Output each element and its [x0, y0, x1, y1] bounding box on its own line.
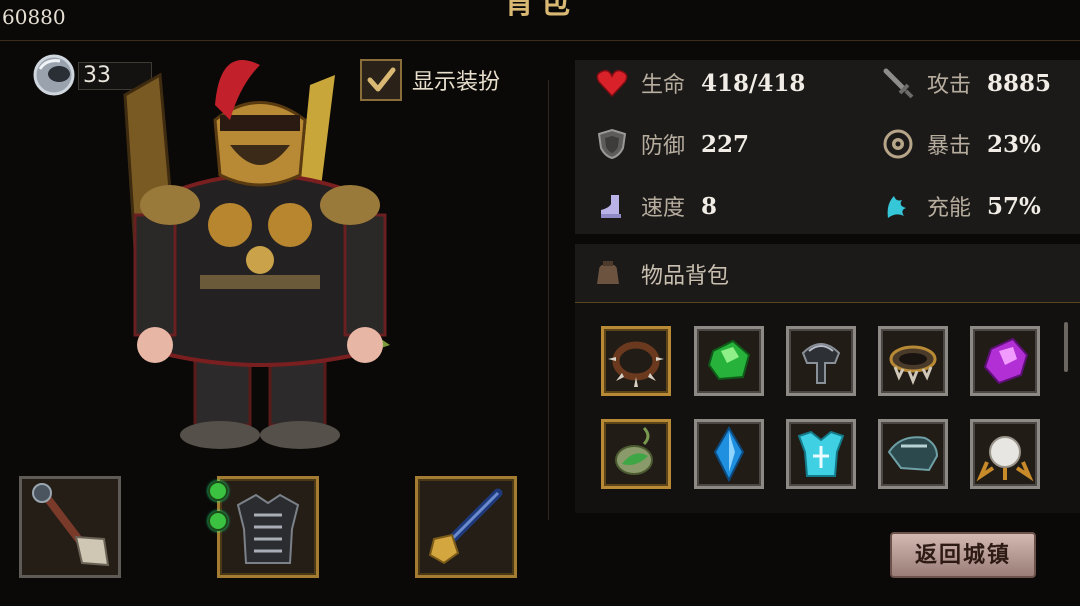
charge-wing-icon	[881, 189, 915, 223]
page-title: 背包	[504, 0, 576, 21]
stat-charge: 充能 57%	[881, 186, 1041, 226]
dark-shoulder-armor-icon	[887, 436, 939, 472]
stat-crit: 暴击 23%	[881, 124, 1041, 164]
pearl-claw-icon	[976, 436, 1034, 482]
hero-character-model[interactable]	[120, 45, 410, 455]
stat-crit-label: 暴击	[927, 134, 972, 159]
stat-hp-value: 418/418	[701, 69, 806, 97]
bag-slot-leaf-amulet[interactable]	[601, 419, 671, 489]
bag-slot-dark-shoulder-armor[interactable]	[878, 419, 948, 489]
stat-defense: 防御 227	[595, 124, 749, 164]
sword-icon	[881, 66, 915, 100]
stat-speed: 速度 8	[595, 186, 717, 226]
spiked-bracer-icon	[889, 345, 937, 386]
spiked-collar-icon	[608, 341, 664, 387]
cyan-chestplate-icon	[797, 430, 845, 477]
stats-panel: 生命 418/418 攻击 8885 防御 227 暴击 23% 速度 8 充能	[575, 60, 1080, 234]
show-costume-label: 显示装扮	[412, 70, 501, 95]
panel-divider	[548, 80, 549, 520]
equip-slot-weapon[interactable]	[19, 476, 121, 578]
shield-icon	[595, 127, 629, 161]
stat-defense-value: 227	[701, 130, 750, 158]
stat-hp: 生命 418/418	[595, 63, 805, 103]
stat-crit-value: 23%	[987, 130, 1041, 158]
stat-attack: 攻击 8885	[881, 63, 1051, 103]
hero-level-badge: 33	[32, 53, 152, 97]
stat-defense-label: 防御	[641, 134, 686, 159]
stat-speed-label: 速度	[641, 196, 686, 221]
socket-gem-icon	[208, 481, 228, 501]
heart-icon	[595, 66, 629, 100]
return-to-town-button[interactable]: 返回城镇	[890, 532, 1036, 578]
bag-slot-spiked-collar[interactable]	[601, 326, 671, 396]
socket-gem-icon	[208, 511, 228, 531]
crit-target-icon	[881, 127, 915, 161]
bag-scrollbar[interactable]	[1064, 322, 1068, 372]
stat-speed-value: 8	[701, 192, 718, 220]
bag-slot-dark-helmet[interactable]	[786, 326, 856, 396]
bag-slot-spiked-bracer[interactable]	[878, 326, 948, 396]
bag-slot-blue-crystal[interactable]	[694, 419, 764, 489]
bag-icon	[597, 261, 619, 284]
green-gem-icon	[707, 339, 751, 381]
bag-title: 物品背包	[641, 264, 730, 289]
equip-slot-accessory[interactable]	[415, 476, 517, 578]
level-moon-icon	[33, 54, 75, 96]
stat-attack-value: 8885	[987, 69, 1052, 97]
mace-weapon-icon	[32, 483, 110, 567]
stat-attack-label: 攻击	[927, 73, 972, 98]
stat-hp-label: 生命	[641, 73, 686, 98]
dark-helmet-icon	[801, 343, 841, 384]
bag-slot-purple-gem[interactable]	[970, 326, 1040, 396]
black-armor-icon	[236, 493, 300, 564]
stat-charge-value: 57%	[987, 192, 1041, 220]
equip-slot-armor[interactable]	[217, 476, 319, 578]
golden-hammer-icon	[428, 488, 503, 565]
stat-charge-label: 充能	[927, 196, 972, 221]
leaf-amulet-icon	[615, 426, 653, 475]
top-bar: 60880 背包	[0, 0, 1080, 41]
boot-icon	[595, 189, 629, 223]
purple-gem-icon	[983, 337, 1029, 385]
bag-header: 物品背包	[575, 244, 1080, 303]
bag-slot-green-gem[interactable]	[694, 326, 764, 396]
blue-crystal-icon	[713, 426, 745, 483]
bag-slot-cyan-chestplate[interactable]	[786, 419, 856, 489]
bag-slot-pearl-claw[interactable]	[970, 419, 1040, 489]
